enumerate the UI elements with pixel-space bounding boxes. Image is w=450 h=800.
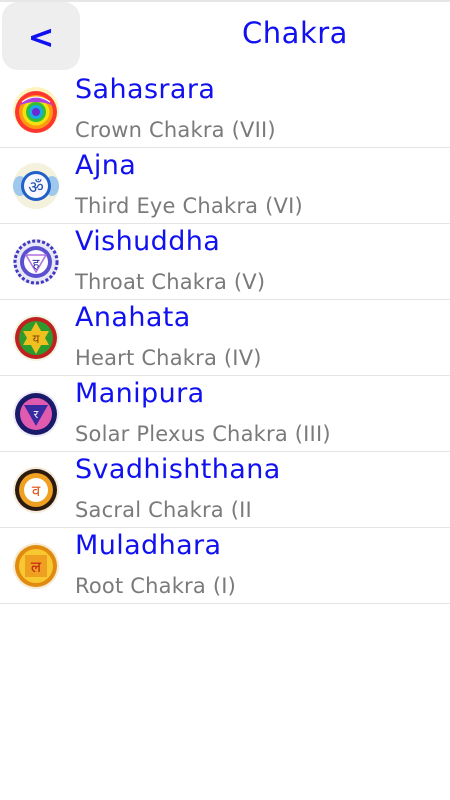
chakra-list: Sahasrara Crown Chakra (VII) ॐ Ajna Thir… xyxy=(0,72,450,604)
header-bar: < Chakra xyxy=(0,0,450,76)
svg-text:र: र xyxy=(34,408,39,421)
chakra-row-ajna[interactable]: ॐ Ajna Third Eye Chakra (VI) xyxy=(0,148,450,224)
sahasrara-lotus-icon xyxy=(13,87,59,133)
chakra-subtitle: Solar Plexus Chakra (III) xyxy=(75,422,331,446)
svg-text:ल: ल xyxy=(31,558,42,576)
svg-text:ह: ह xyxy=(33,257,41,272)
chakra-subtitle: Third Eye Chakra (VI) xyxy=(75,194,303,218)
muladhara-lam-icon: ल xyxy=(13,543,59,589)
manipura-ram-icon: र xyxy=(13,391,59,437)
chakra-name: Ajna xyxy=(75,150,137,181)
chakra-subtitle: Crown Chakra (VII) xyxy=(75,118,276,142)
vishuddha-ham-icon: ह xyxy=(13,239,59,285)
page-title: Chakra xyxy=(242,16,348,50)
chakra-row-sahasrara[interactable]: Sahasrara Crown Chakra (VII) xyxy=(0,72,450,148)
chakra-name: Svadhishthana xyxy=(75,454,281,485)
chakra-name: Anahata xyxy=(75,302,191,333)
chakra-name: Muladhara xyxy=(75,530,222,561)
chakra-row-svadhishthana[interactable]: व Svadhishthana Sacral Chakra (II xyxy=(0,452,450,528)
chakra-subtitle: Throat Chakra (V) xyxy=(75,270,266,294)
chakra-subtitle: Sacral Chakra (II xyxy=(75,498,252,522)
ajna-om-icon: ॐ xyxy=(13,163,59,209)
chakra-row-muladhara[interactable]: ल Muladhara Root Chakra (I) xyxy=(0,528,450,604)
svg-text:व: व xyxy=(32,482,41,500)
chakra-subtitle: Root Chakra (I) xyxy=(75,574,237,598)
chakra-name: Sahasrara xyxy=(75,74,216,105)
svg-text:ॐ: ॐ xyxy=(28,178,44,198)
chakra-row-anahata[interactable]: य Anahata Heart Chakra (IV) xyxy=(0,300,450,376)
anahata-yam-icon: य xyxy=(13,315,59,361)
svadhishthana-vam-icon: व xyxy=(13,467,59,513)
back-chevron-icon: < xyxy=(27,18,55,56)
back-button[interactable]: < xyxy=(2,2,80,70)
chakra-row-vishuddha[interactable]: ह Vishuddha Throat Chakra (V) xyxy=(0,224,450,300)
chakra-name: Vishuddha xyxy=(75,226,221,257)
chakra-row-manipura[interactable]: र Manipura Solar Plexus Chakra (III) xyxy=(0,376,450,452)
chakra-subtitle: Heart Chakra (IV) xyxy=(75,346,262,370)
chakra-screen: < Chakra Sahasrara Crown Chakra (VII) ॐ … xyxy=(0,0,450,800)
chakra-name: Manipura xyxy=(75,378,205,409)
svg-text:य: य xyxy=(33,332,41,346)
